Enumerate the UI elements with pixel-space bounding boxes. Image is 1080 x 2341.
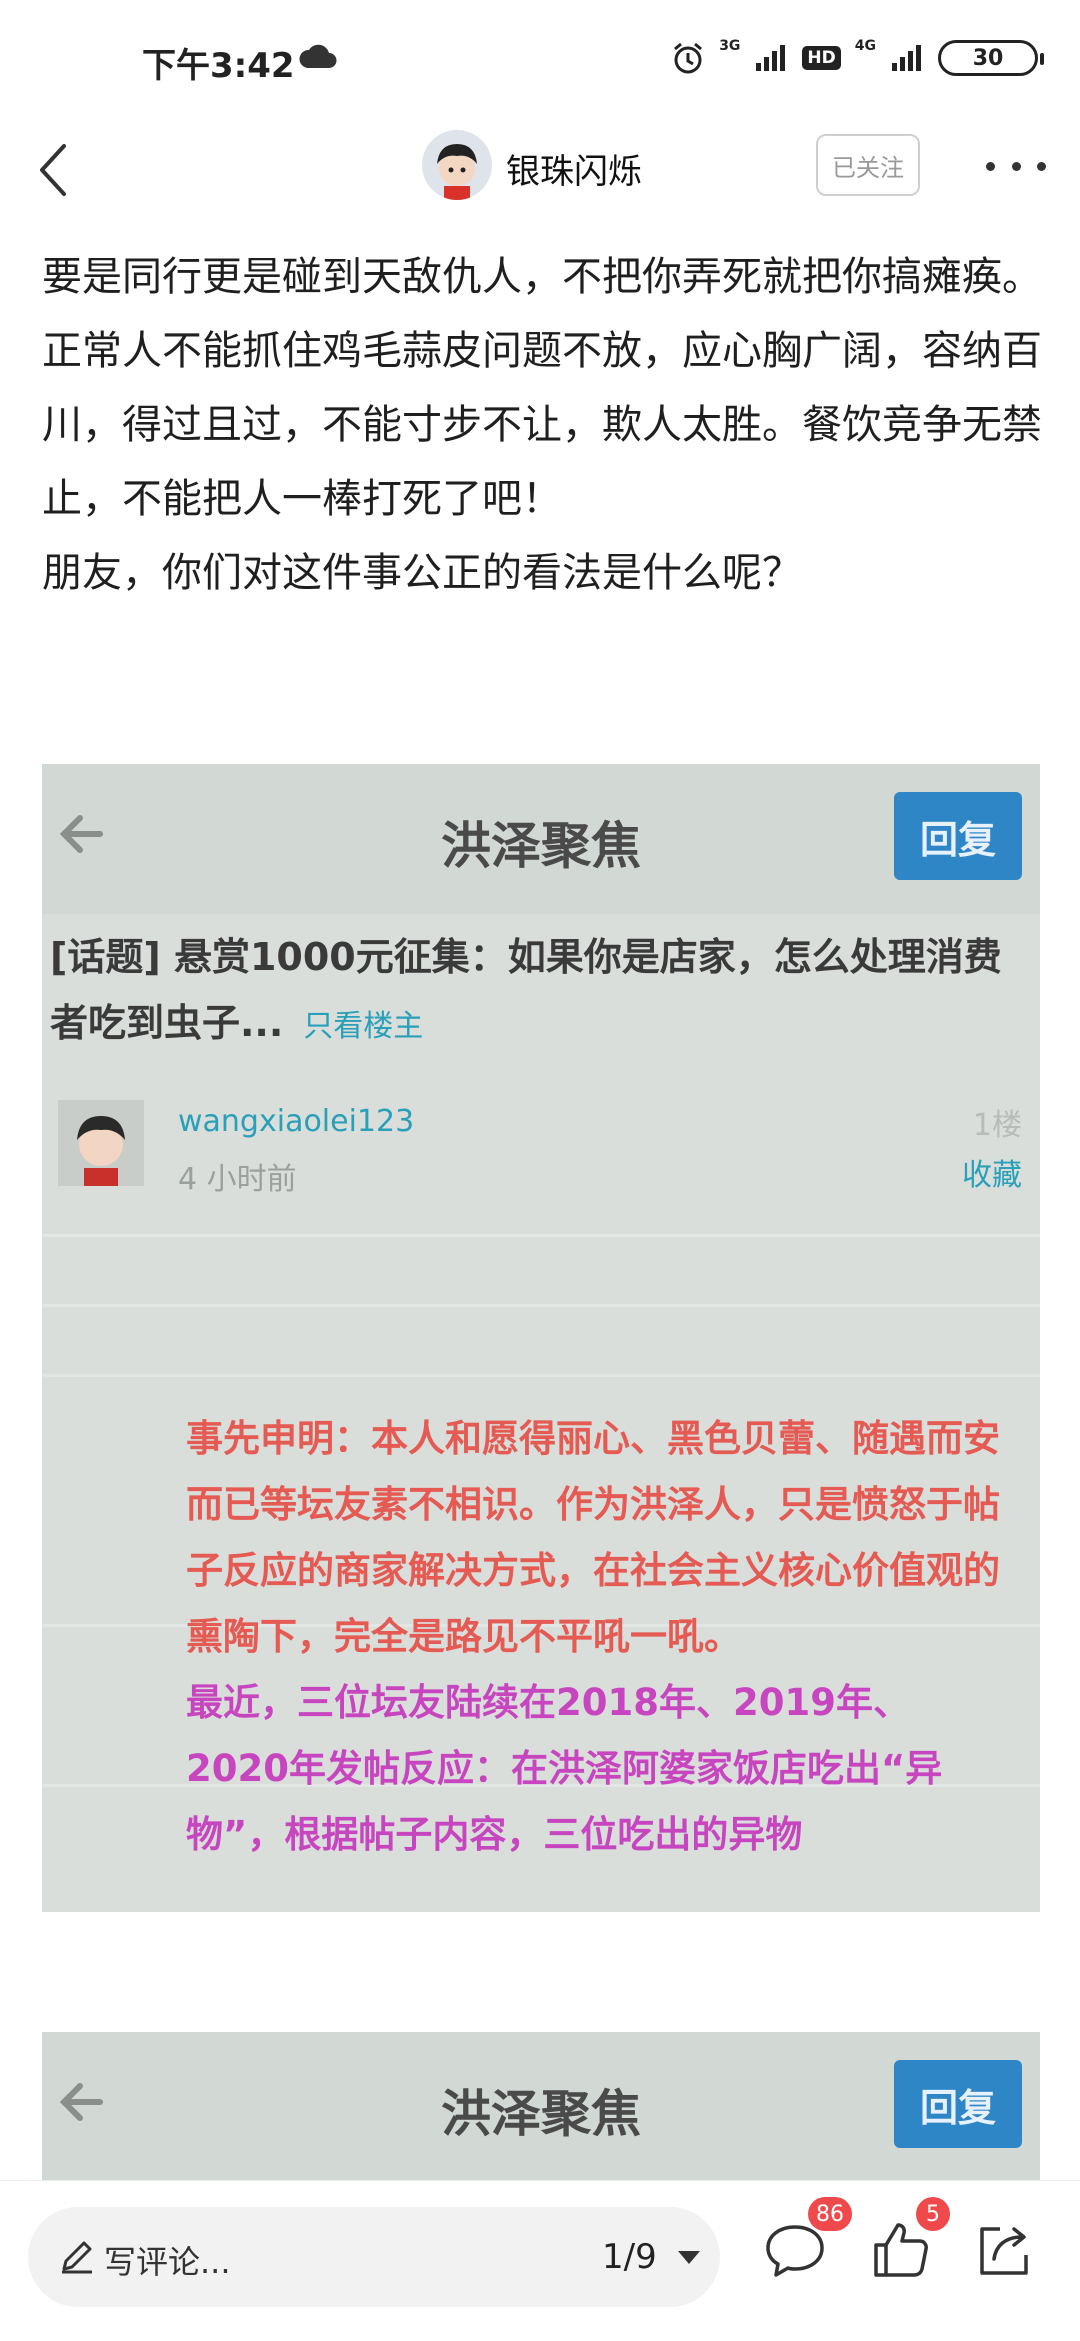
status-time: 下午3:42 (142, 46, 295, 86)
image-only-op: 只看楼主 (303, 1009, 424, 1044)
hd-badge: HD (802, 46, 841, 70)
signal-icon (756, 45, 786, 71)
comment-count-badge: 86 (808, 2197, 852, 2231)
article-paragraph: 要是同行更是碰到天敌仇人，不把你弄死就把你搞瘫痪。正常人不能抓住鸡毛蒜皮问题不放… (42, 254, 1042, 522)
share-icon[interactable] (972, 2217, 1038, 2283)
avatar[interactable] (422, 130, 492, 200)
nav-header: 银珠闪烁 已关注 (0, 120, 1080, 220)
image-username: wangxiaolei123 (178, 1104, 415, 1139)
article-body: 要是同行更是碰到天敌仇人，不把你弄死就把你搞瘫痪。正常人不能抓住鸡毛蒜皮问题不放… (42, 240, 1042, 610)
image-topbar: 洪泽聚焦 回复 (42, 2032, 1040, 2182)
article-paragraph: 朋友，你们对这件事公正的看法是什么呢？ (42, 550, 802, 596)
like-count-badge: 5 (916, 2197, 950, 2231)
image-body-text: 事先申明：本人和愿得丽心、黑色贝蕾、随遇而安而已等坛友素不相识。作为洪泽人，只是… (186, 1406, 1006, 1868)
moire-line (42, 1374, 1040, 1377)
image-topbar: 洪泽聚焦 回复 (42, 764, 1040, 914)
image-user-avatar (58, 1100, 144, 1186)
image-title: 洪泽聚焦 (441, 2085, 641, 2143)
image-topic: [话题] 悬赏1000元征集：如果你是店家，怎么处理消费者吃到虫子... 只看楼主 (50, 924, 1030, 1060)
image-post-time: 4 小时前 (178, 1162, 297, 1197)
image-reply-label: 回复 (894, 792, 1022, 880)
moire-line (42, 1304, 1040, 1307)
article-image[interactable]: 洪泽聚焦 回复 (42, 2032, 1040, 2182)
cloud-icon (299, 44, 337, 68)
signal-icon (892, 45, 921, 71)
article-image[interactable]: 洪泽聚焦 回复 [话题] 悬赏1000元征集：如果你是店家，怎么处理消费者吃到虫… (42, 764, 1040, 1912)
image-pager[interactable]: 1/9 (602, 2237, 657, 2277)
network-3g-label: 3G (719, 38, 741, 54)
image-floor: 1楼 (972, 1108, 1022, 1143)
comment-placeholder: 写评论... (104, 2243, 231, 2281)
battery-level: 30 (972, 45, 1004, 71)
chevron-left-icon[interactable] (24, 138, 84, 202)
moire-line (42, 1234, 1040, 1237)
battery-indicator: 30 (938, 40, 1044, 76)
pen-icon (62, 2241, 92, 2274)
chevron-down-icon[interactable] (678, 2251, 700, 2264)
image-pink-text: 最近，三位坛友陆续在2018年、2019年、2020年发帖反应：在洪泽阿婆家饭店… (186, 1681, 943, 1856)
follow-button[interactable]: 已关注 (816, 134, 920, 196)
image-title: 洪泽聚焦 (441, 817, 641, 875)
comment-input[interactable]: 写评论... 1/9 (28, 2207, 720, 2307)
image-favorite: 收藏 (962, 1158, 1022, 1193)
more-dots-icon[interactable] (986, 144, 1046, 188)
bottom-bar: 写评论... 1/9 86 5 (0, 2180, 1080, 2341)
status-bar: 下午3:42 3G HD 4G 30 (0, 0, 1080, 120)
status-icons: 3G HD 4G 30 (671, 38, 1044, 76)
image-topic-text: [话题] 悬赏1000元征集：如果你是店家，怎么处理消费者吃到虫子... (50, 935, 1002, 1045)
author-name[interactable]: 银珠闪烁 (506, 144, 642, 193)
image-red-text: 事先申明：本人和愿得丽心、黑色贝蕾、随遇而安而已等坛友素不相识。作为洪泽人，只是… (186, 1417, 1000, 1658)
network-4g-label: 4G (854, 38, 876, 54)
alarm-icon (674, 42, 703, 74)
image-reply-label: 回复 (894, 2060, 1022, 2148)
